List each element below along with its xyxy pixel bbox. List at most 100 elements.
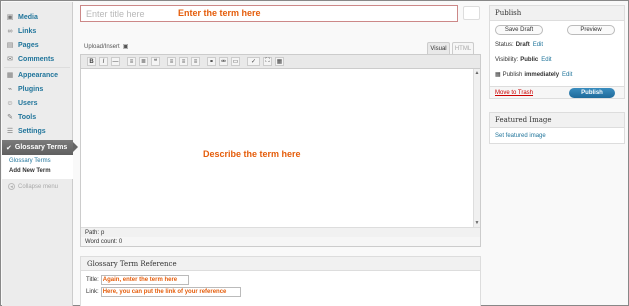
edit-status-link[interactable]: Edit: [533, 42, 543, 48]
admin-sidebar: ▣ Media ∞ Links ▤ Pages ✉ Comments ▦ App…: [2, 2, 78, 306]
collapse-menu-label: Collapse menu: [18, 183, 59, 190]
publish-button[interactable]: Publish: [569, 88, 615, 98]
title-annotation: Enter the term here: [178, 8, 261, 18]
bold-icon[interactable]: B: [87, 57, 96, 66]
kitchen-sink-icon[interactable]: ▦: [275, 57, 284, 66]
collapse-arrow-icon: ◂: [8, 183, 15, 190]
link-field-label: Link:: [86, 289, 99, 295]
reference-link-input[interactable]: Here, you can put the link of your refer…: [100, 287, 241, 297]
sidebar-item-label: Tools: [18, 113, 37, 121]
status-value: Draft: [515, 42, 530, 48]
status-label: Status:: [495, 42, 514, 48]
title-placeholder: Enter title here: [86, 8, 145, 19]
tools-icon: ✎: [7, 114, 13, 121]
title-side-box: [463, 6, 480, 20]
align-right-icon[interactable]: ≡: [191, 57, 200, 66]
sidebar-item-plugins[interactable]: ⌁ Plugins: [2, 82, 73, 96]
visibility-label: Visibility:: [495, 57, 519, 63]
word-count: Word count: 0: [81, 237, 480, 246]
glossary-box-title: Glossary Term Reference: [81, 257, 480, 271]
italic-icon[interactable]: I: [99, 57, 108, 66]
sidebar-item-users[interactable]: ☺ Users: [2, 96, 73, 110]
sidebar-item-settings[interactable]: ☰ Settings: [2, 124, 73, 138]
move-to-trash-link[interactable]: Move to Trash: [495, 90, 533, 96]
path-label: Path:: [85, 229, 100, 236]
sidebar-item-label: Users: [18, 99, 38, 107]
preview-button[interactable]: Preview: [567, 25, 615, 35]
spellcheck-icon[interactable]: ✓: [247, 57, 260, 66]
settings-icon: ☰: [6, 128, 14, 135]
media-icon: ▣: [6, 14, 14, 21]
sidebar-item-label: Links: [18, 27, 37, 35]
appearance-icon: ▦: [6, 72, 14, 79]
title-field-label: Title:: [86, 277, 99, 283]
edit-publish-date-link[interactable]: Edit: [562, 72, 572, 78]
editor-path-bar: Path: p: [81, 227, 480, 237]
publish-actions: Move to Trash Publish: [490, 86, 624, 98]
sidebar-item-label: Glossary Terms: [14, 144, 68, 151]
scroll-up-icon[interactable]: ▲: [474, 70, 480, 76]
align-center-icon[interactable]: ≡: [179, 57, 188, 66]
users-icon: ☺: [6, 99, 14, 107]
save-draft-button[interactable]: Save Draft: [495, 25, 543, 35]
sidebar-item-comments[interactable]: ✉ Comments: [2, 52, 73, 66]
sidebar-item-links[interactable]: ∞ Links: [2, 24, 73, 38]
add-media-icon[interactable]: ▣: [123, 43, 129, 50]
sidebar-item-label: Plugins: [18, 85, 44, 93]
edit-visibility-link[interactable]: Edit: [541, 57, 551, 63]
sidebar-item-label: Media: [18, 13, 38, 21]
sidebar-item-media[interactable]: ▣ Media: [2, 10, 73, 24]
link-icon[interactable]: ⚭: [207, 57, 216, 66]
pages-icon: ▤: [6, 42, 14, 49]
sidebar-item-appearance[interactable]: ▦ Appearance: [2, 68, 73, 82]
glossary-reference-box: Glossary Term Reference Title: Again, en…: [80, 256, 481, 306]
blockquote-icon[interactable]: ❝: [151, 57, 160, 66]
publish-date-line: ▦ Publish immediately Edit: [495, 71, 572, 79]
content-editor: B I — ≡ ≣ ❝ ≡ ≡ ≡ ⚭ ⚮ ▭ ✓ ⛶ ▦ Describe t…: [80, 54, 481, 247]
visibility-value: Public: [520, 57, 539, 63]
sidebar-item-glossary-terms[interactable]: ✔ Glossary Terms: [2, 140, 78, 155]
editor-content-area[interactable]: Describe the term here: [81, 69, 473, 227]
align-left-icon[interactable]: ≡: [167, 57, 176, 66]
publish-date-label: Publish: [502, 71, 523, 78]
collapse-menu-button[interactable]: ◂ Collapse menu: [8, 183, 58, 190]
reference-title-input[interactable]: Again, enter the term here: [100, 275, 189, 285]
unlink-icon[interactable]: ⚮: [219, 57, 228, 66]
sidebar-item-label: Appearance: [18, 71, 59, 79]
more-tag-icon[interactable]: ▭: [231, 57, 240, 66]
set-featured-image-link[interactable]: Set featured image: [495, 133, 546, 139]
featured-image-box: Featured Image Set featured image: [489, 112, 625, 144]
fullscreen-icon[interactable]: ⛶: [263, 57, 272, 66]
submenu-glossary-terms[interactable]: Glossary Terms: [9, 158, 51, 164]
strikethrough-icon[interactable]: —: [111, 57, 120, 66]
numbered-list-icon[interactable]: ≣: [139, 57, 148, 66]
glossary-icon: ✔: [6, 144, 12, 152]
editor-scrollbar[interactable]: ▲ ▼: [473, 69, 480, 227]
title-field-row: Title: Again, enter the term here: [86, 275, 189, 285]
bullet-list-icon[interactable]: ≡: [127, 57, 136, 66]
sidebar-item-pages[interactable]: ▤ Pages: [2, 38, 73, 52]
upload-insert[interactable]: Upload/Insert ▣: [84, 43, 129, 51]
status-line: Status: Draft Edit: [495, 42, 543, 48]
links-icon: ∞: [7, 27, 13, 35]
glossary-submenu: Glossary Terms Add New Term: [2, 155, 73, 179]
scroll-down-icon[interactable]: ▼: [474, 220, 480, 226]
sidebar-item-label: Pages: [18, 41, 39, 49]
calendar-icon: ▦: [495, 72, 501, 78]
content-annotation: Describe the term here: [203, 149, 301, 159]
sidebar-item-label: Comments: [18, 55, 55, 63]
publish-date-value: immediately: [524, 71, 560, 78]
plugins-icon: ⌁: [7, 86, 13, 93]
sidebar-item-tools[interactable]: ✎ Tools: [2, 110, 73, 124]
title-input[interactable]: Enter title here: [80, 5, 458, 22]
submenu-add-new-term[interactable]: Add New Term: [9, 168, 51, 174]
featured-image-heading: Featured Image: [490, 113, 624, 128]
link-field-row: Link: Here, you can put the link of your…: [86, 287, 241, 297]
editor-toolbar: B I — ≡ ≣ ❝ ≡ ≡ ≡ ⚭ ⚮ ▭ ✓ ⛶ ▦: [81, 55, 480, 69]
admin-screen: ▣ Media ∞ Links ▤ Pages ✉ Comments ▦ App…: [0, 0, 629, 306]
comments-icon: ✉: [7, 56, 13, 63]
sidebar-item-label: Settings: [18, 127, 46, 135]
upload-insert-label: Upload/Insert: [84, 43, 120, 50]
publish-heading: Publish: [490, 6, 624, 21]
publish-box: Publish Save Draft Preview Status: Draft…: [489, 5, 625, 99]
